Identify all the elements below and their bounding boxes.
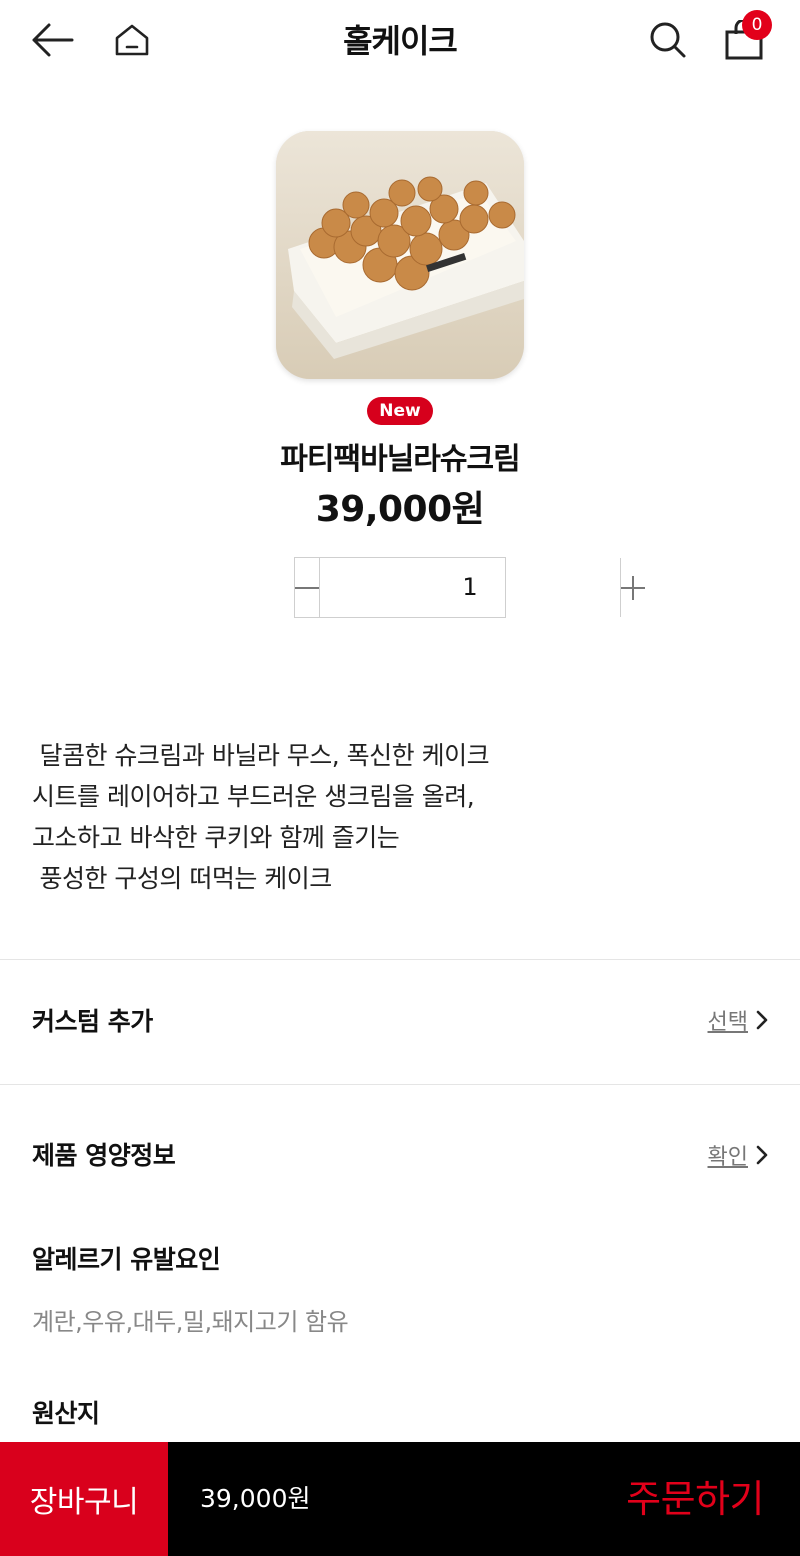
allergen-text: 계란,우유,대두,밀,돼지고기 함유: [32, 1308, 349, 1336]
quantity-input[interactable]: [320, 558, 620, 617]
nutrition-check-label: 확인: [707, 1145, 748, 1170]
chevron-right-icon: [756, 1145, 768, 1165]
divider: [0, 959, 800, 960]
add-to-cart-button[interactable]: 장바구니: [0, 1442, 168, 1556]
total-price: 39,000원: [200, 1484, 311, 1513]
chevron-right-icon: [756, 1010, 768, 1030]
order-button[interactable]: 주문하기: [626, 1442, 764, 1556]
cart-count-badge: 0: [742, 10, 772, 40]
plus-icon: [621, 575, 645, 600]
new-badge: New: [367, 397, 433, 425]
product-name: 파티팩바닐라슈크림: [280, 442, 520, 477]
description-line: 시트를 레이어하고 부드러운 생크림을 올려,: [32, 782, 475, 811]
search-button[interactable]: [640, 12, 696, 68]
minus-icon: [295, 586, 319, 589]
decrease-quantity-button[interactable]: [295, 558, 320, 617]
search-icon: [650, 22, 686, 58]
product-description: 달콤한 슈크림과 바닐라 무스, 폭신한 케이크 시트를 레이어하고 부드러운 …: [32, 735, 772, 899]
nutrition-check-link[interactable]: 확인: [708, 1139, 768, 1171]
bottom-order-bar: 장바구니 39,000원 주문하기: [0, 1442, 800, 1556]
origin-label: 원산지: [32, 1399, 100, 1428]
description-line: 달콤한 슈크림과 바닐라 무스, 폭신한 케이크: [32, 741, 490, 770]
custom-select-label: 선택: [707, 1010, 748, 1035]
allergen-label: 알레르기 유발요인: [32, 1245, 221, 1274]
product-image: [276, 131, 524, 379]
nutrition-label: 제품 영양정보: [32, 1141, 176, 1170]
custom-add-label: 커스텀 추가: [32, 1007, 153, 1036]
cart-button[interactable]: 0: [716, 10, 772, 68]
description-line: 풍성한 구성의 떠먹는 케이크: [32, 864, 332, 893]
divider: [0, 1084, 800, 1085]
description-line: 고소하고 바삭한 쿠키와 함께 즐기는: [32, 823, 400, 852]
increase-quantity-button[interactable]: [620, 558, 645, 617]
quantity-stepper: [294, 557, 645, 618]
top-app-bar: 홀케이크 0: [0, 0, 800, 80]
custom-select-link[interactable]: 선택: [708, 1004, 768, 1036]
product-price: 39,000원: [315, 489, 485, 530]
